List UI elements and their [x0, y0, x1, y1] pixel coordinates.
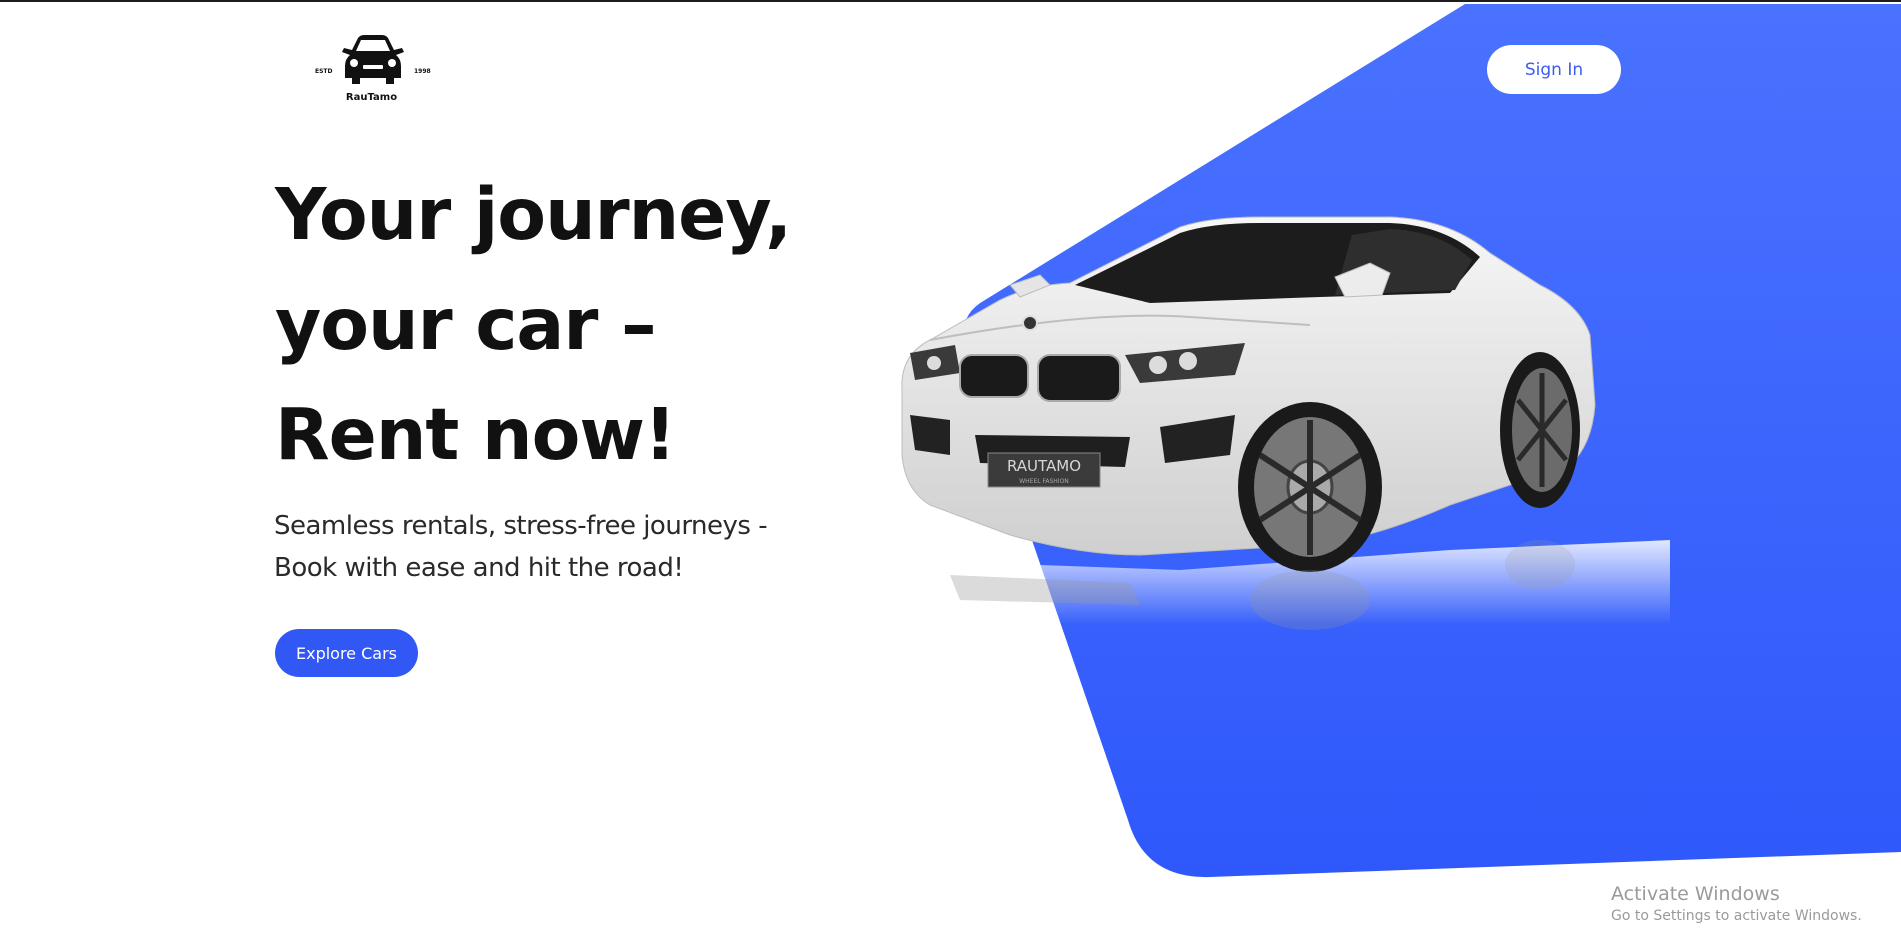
hero-headline: Your journey, your car – Rent now!	[275, 160, 895, 490]
subtitle-line-2: Book with ease and hit the road!	[274, 553, 684, 583]
explore-cars-button[interactable]: Explore Cars	[275, 629, 418, 677]
car-image: RAUTAMO WHEEL FASHION	[900, 216, 1670, 630]
landing-page: ESTD 1998 RauTamo Sign In Your journey, …	[0, 0, 1901, 946]
logo-brand-name: RauTamo	[345, 92, 398, 103]
brand-logo[interactable]: ESTD 1998 RauTamo	[310, 30, 431, 110]
logo-estd: ESTD	[315, 68, 333, 75]
watermark-title: Activate Windows	[1611, 883, 1780, 905]
plate-text: RAUTAMO	[1007, 457, 1081, 475]
sign-in-button[interactable]: Sign In	[1487, 45, 1621, 94]
headline-line-3: Rent now!	[275, 393, 676, 476]
hero-subtitle: Seamless rentals, stress-free journeys -…	[274, 505, 834, 589]
headline-line-2: your car –	[275, 283, 657, 366]
logo-year: 1998	[414, 68, 431, 75]
subtitle-line-1: Seamless rentals, stress-free journeys -	[274, 511, 768, 541]
activate-windows-watermark: Activate Windows Go to Settings to activ…	[1611, 883, 1862, 924]
plate-subtext: WHEEL FASHION	[1019, 478, 1069, 485]
watermark-subtitle: Go to Settings to activate Windows.	[1611, 908, 1862, 924]
headline-line-1: Your journey,	[275, 173, 792, 256]
car-front-icon	[342, 35, 404, 84]
